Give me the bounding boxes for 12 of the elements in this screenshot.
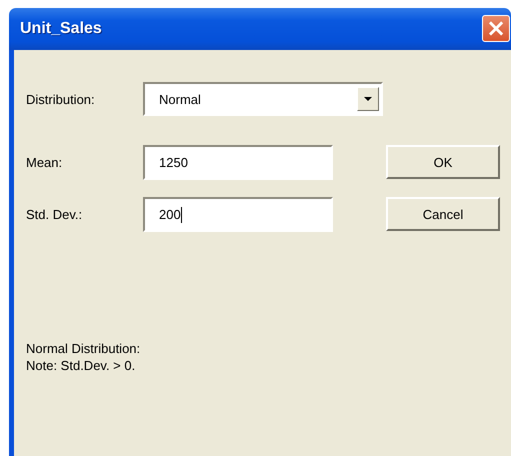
input-field[interactable]: 1250 [143,145,333,180]
window-title: Unit_Sales [20,20,102,38]
input-field[interactable]: 200 [143,197,333,232]
dropdown-arrow-icon [364,97,372,101]
field-label: Mean: [26,155,64,170]
note-text: Normal Distribution: [26,340,142,357]
cancel-button[interactable]: Cancel [386,197,500,231]
field-label: Std. Dev.: [26,207,84,222]
distribution-label: Distribution: [26,92,96,106]
note-text: Note: Std.Dev. > 0. [26,357,136,374]
distribution-dropdown[interactable]: Normal [143,82,383,116]
ok-button[interactable]: OK [386,145,500,179]
